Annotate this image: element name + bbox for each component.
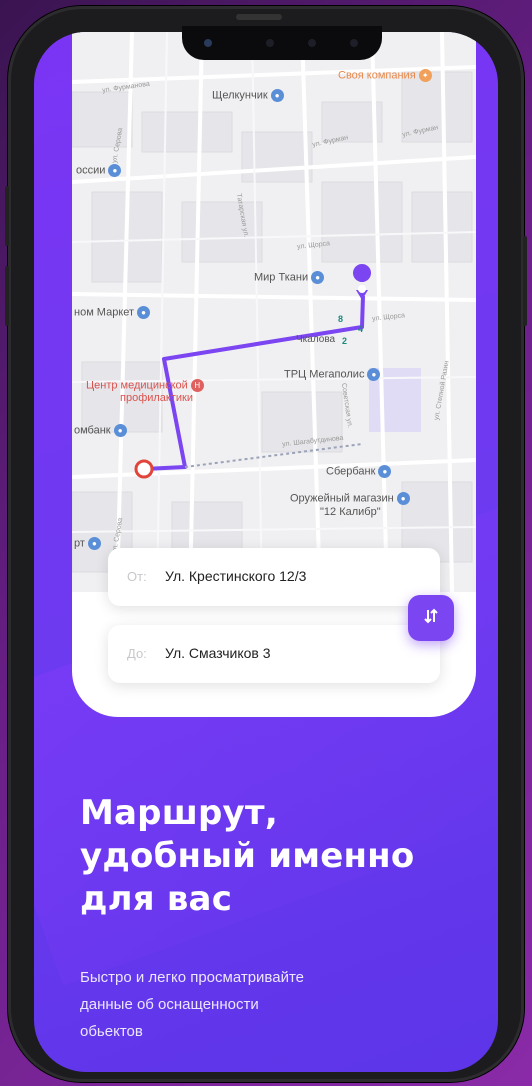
subtitle-line: данные об оснащенности xyxy=(80,996,259,1013)
poi-combank: омбанк ● xyxy=(74,424,127,437)
to-label: До: xyxy=(127,646,147,661)
street-chkalova: Чкалова xyxy=(296,334,336,345)
bank-icon: ● xyxy=(378,465,392,478)
subtitle-line: обьектов xyxy=(80,1023,143,1040)
poi-oruzheyny-line2: "12 Калибр" xyxy=(320,506,381,518)
poi-tsentr-line2: профилактики xyxy=(120,392,193,404)
metro-marker: 8 xyxy=(338,314,344,324)
camera-notch xyxy=(182,26,382,60)
shop-icon: ● xyxy=(137,306,151,319)
headline-line: удобный именно xyxy=(80,836,415,876)
bank-icon: ● xyxy=(113,424,127,437)
start-marker xyxy=(134,459,154,479)
poi-tsentr-line1: Центр медицинской H xyxy=(86,379,204,392)
hospital-icon: H xyxy=(190,379,204,392)
map-view[interactable]: Своя компания ✦ Щелкунчик ● оссии ● Мир Тка… xyxy=(72,32,476,592)
swap-button[interactable] xyxy=(408,595,454,641)
sensor-icon xyxy=(266,39,274,47)
to-field[interactable]: До: Ул. Смазчиков 3 xyxy=(108,625,440,683)
metro-marker: 4 xyxy=(358,324,364,334)
poi-rt: рт ● xyxy=(74,537,101,550)
camera-icon xyxy=(204,39,212,47)
swap-vertical-icon xyxy=(422,607,440,630)
phone-frame: Своя компания ✦ Щелкунчик ● оссии ● Мир Тка… xyxy=(5,6,527,1082)
poi-sberbank: Сбербанк ● xyxy=(326,465,392,478)
poi-econom-market: ном Маркет ● xyxy=(74,306,151,319)
promo-subtitle: Быстро и легко просматривайте данные об … xyxy=(80,964,460,1045)
volume-button xyxy=(5,186,9,246)
destination-pin xyxy=(353,264,372,300)
shop-icon: ● xyxy=(270,89,284,102)
bank-icon: ● xyxy=(108,164,122,177)
poi-shchelkunchik: Щелкунчик ● xyxy=(212,89,284,102)
promo-headline: Маршрут, удобный именно для вас xyxy=(80,792,480,921)
shop-icon: ● xyxy=(367,368,381,381)
poi-oruzheyny-line1: Оружейный магазин ● xyxy=(290,492,410,505)
poi-mir-tkani: Мир Ткани ● xyxy=(254,271,325,284)
from-value[interactable]: Ул. Крестинского 12/3 xyxy=(165,568,306,584)
shop-icon: ● xyxy=(311,271,325,284)
shop-icon: ● xyxy=(87,537,101,550)
headline-line: для вас xyxy=(80,879,233,919)
speaker-grille xyxy=(236,14,282,20)
shop-icon: ● xyxy=(396,492,410,505)
app-screen: Своя компания ✦ Щелкунчик ● оссии ● Мир Тка… xyxy=(34,32,498,1072)
metro-marker: 2 xyxy=(342,336,348,346)
from-field[interactable]: От: Ул. Крестинского 12/3 xyxy=(108,548,440,606)
poi-rossii: оссии ● xyxy=(76,164,122,177)
subtitle-line: Быстро и легко просматривайте xyxy=(80,969,304,986)
to-value[interactable]: Ул. Смазчиков 3 xyxy=(165,645,271,661)
sensor-icon xyxy=(350,39,358,47)
sensor-icon xyxy=(308,39,316,47)
headline-line: Маршрут, xyxy=(80,793,278,833)
poi-trts-megapolis: ТРЦ Мегаполис ● xyxy=(284,368,381,381)
from-label: От: xyxy=(127,569,147,584)
route-card: Своя компания ✦ Щелкунчик ● оссии ● Мир Тка… xyxy=(72,32,476,717)
restaurant-icon: ✦ xyxy=(418,69,432,82)
poi-svoya-kompaniya: Своя компания ✦ xyxy=(338,69,432,82)
power-button xyxy=(523,236,527,326)
volume-button-2 xyxy=(5,266,9,326)
